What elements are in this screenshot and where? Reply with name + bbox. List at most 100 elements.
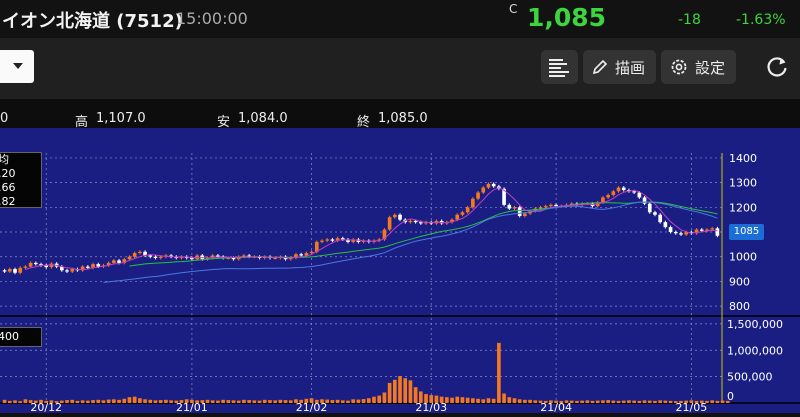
indicator-list-button[interactable] bbox=[541, 50, 578, 84]
volume-bar bbox=[517, 399, 522, 403]
volume-bar bbox=[164, 399, 168, 403]
volume-bar bbox=[226, 400, 231, 403]
volume-bar bbox=[278, 399, 283, 403]
volume-bar bbox=[143, 399, 147, 403]
chart-panel[interactable]: 140013001200110010009008001,500,0001,000… bbox=[0, 128, 800, 414]
chart-type-dropdown[interactable] bbox=[0, 50, 34, 83]
candle bbox=[408, 220, 413, 223]
high-value: 1,107.0 bbox=[96, 111, 146, 126]
candle bbox=[330, 239, 335, 241]
volume-bar bbox=[653, 400, 657, 403]
volume-bar bbox=[231, 400, 236, 403]
volume-bar bbox=[210, 400, 215, 403]
volume-bar bbox=[283, 400, 288, 403]
volume-legend: 400 bbox=[0, 327, 42, 347]
ma-legend-value: .20 bbox=[0, 167, 16, 180]
candle bbox=[611, 191, 616, 195]
volume-tick-label: 0 bbox=[727, 390, 734, 403]
volume-bar bbox=[372, 396, 376, 403]
close-value: 1,085.0 bbox=[378, 111, 428, 126]
candle bbox=[606, 194, 610, 198]
candle bbox=[455, 214, 460, 220]
volume-bar bbox=[491, 398, 496, 403]
volume-bar bbox=[398, 376, 402, 403]
stock-chart[interactable]: 140013001200110010009008001,500,0001,000… bbox=[0, 128, 800, 414]
date-tick-label: 21/01 bbox=[176, 401, 208, 413]
candle bbox=[398, 214, 402, 220]
candle bbox=[471, 198, 475, 208]
volume-bar bbox=[642, 400, 647, 403]
volume-tick-label: 500,000 bbox=[727, 371, 773, 384]
volume-bar bbox=[637, 400, 642, 403]
volume-bar bbox=[127, 397, 132, 403]
candle bbox=[158, 256, 163, 258]
candle bbox=[13, 269, 17, 273]
candle bbox=[507, 204, 512, 209]
volume-bar bbox=[507, 397, 512, 403]
volume-bar bbox=[497, 342, 501, 403]
candle bbox=[86, 266, 90, 268]
date-tick-label: 21/02 bbox=[296, 401, 328, 413]
volume-bar bbox=[715, 400, 720, 403]
price-tick-label: 1400 bbox=[729, 152, 757, 165]
candle bbox=[309, 251, 314, 254]
volume-bar bbox=[512, 398, 517, 403]
gear-icon bbox=[671, 59, 687, 75]
volume-bar bbox=[91, 400, 95, 403]
volume-bar bbox=[18, 401, 23, 403]
draw-button[interactable]: 描画 bbox=[583, 50, 656, 84]
volume-bar bbox=[7, 400, 12, 403]
candle bbox=[491, 183, 496, 187]
volume-bar bbox=[257, 400, 262, 403]
candle bbox=[325, 239, 330, 241]
volume-bar bbox=[169, 400, 173, 403]
volume-bar bbox=[528, 399, 532, 403]
volume-bar bbox=[658, 400, 662, 403]
draw-button-label: 描画 bbox=[615, 58, 646, 77]
volume-bar bbox=[710, 400, 715, 403]
pencil-icon bbox=[592, 59, 608, 75]
volume-bar bbox=[601, 400, 605, 403]
candle bbox=[465, 207, 470, 213]
volume-bar bbox=[377, 395, 382, 403]
volume-bar bbox=[455, 396, 460, 403]
price-change: -18 bbox=[678, 12, 701, 28]
settings-button[interactable]: 設定 bbox=[661, 50, 736, 84]
candle bbox=[647, 203, 652, 213]
date-tick-label: 21/05 bbox=[676, 401, 708, 413]
volume-bar bbox=[112, 399, 116, 403]
volume-bar bbox=[366, 398, 371, 403]
candle bbox=[512, 207, 517, 209]
volume-bar bbox=[101, 400, 106, 403]
volume-bar bbox=[668, 400, 673, 403]
volume-bar bbox=[382, 392, 387, 403]
volume-bar bbox=[96, 399, 101, 403]
volume-bar bbox=[486, 398, 491, 403]
price-tick-label: 800 bbox=[729, 300, 750, 313]
candle bbox=[481, 187, 486, 193]
volume-bar bbox=[663, 400, 668, 403]
candle bbox=[7, 269, 12, 272]
candle bbox=[543, 206, 548, 208]
volume-legend-value: 400 bbox=[0, 330, 19, 343]
volume-bar bbox=[647, 400, 652, 403]
volume-bar bbox=[533, 400, 538, 403]
volume-bar bbox=[450, 397, 454, 403]
candle bbox=[653, 212, 657, 215]
candle bbox=[148, 255, 153, 257]
volume-bar bbox=[611, 400, 616, 403]
volume-bar bbox=[216, 400, 220, 403]
volume-bar bbox=[2, 399, 7, 403]
candle bbox=[320, 240, 324, 242]
refresh-icon[interactable] bbox=[764, 54, 790, 80]
volume-bar bbox=[408, 380, 413, 403]
volume-bar bbox=[361, 399, 366, 403]
ma-legend: 均 .20 .66 .82 bbox=[0, 152, 42, 208]
volume-bar bbox=[481, 399, 486, 403]
volume-bar bbox=[351, 399, 356, 403]
candle bbox=[299, 254, 303, 256]
price-flag: C bbox=[509, 2, 518, 16]
volume-bar bbox=[247, 400, 251, 403]
volume-bar bbox=[335, 399, 340, 403]
candle bbox=[96, 264, 101, 267]
